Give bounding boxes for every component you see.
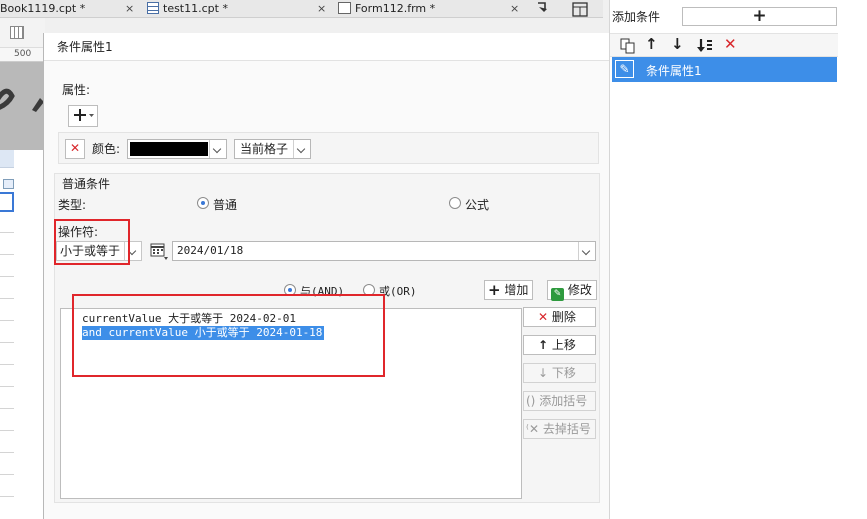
tab-label: Form112.frm * — [355, 2, 436, 15]
tab-book1119[interactable]: Book1119.cpt * × — [0, 0, 134, 18]
remove-property-button[interactable]: ✕ — [65, 139, 85, 159]
remove-bracket-label: 去掉括号 — [542, 422, 591, 436]
add-condition-button[interactable]: + — [682, 7, 837, 26]
designer-toolbar — [0, 18, 45, 48]
scope-value: 当前格子 — [240, 142, 289, 156]
remove-bracket-button[interactable]: ⁽✕ 去掉括号 — [523, 419, 596, 439]
edit-pencil-icon: ✎ — [615, 60, 634, 78]
move-bottom-icon[interactable] — [696, 37, 714, 54]
chevron-down-icon — [293, 140, 310, 158]
add-property-button[interactable] — [68, 105, 98, 127]
date-value-input[interactable]: 2024/01/18 — [172, 241, 596, 261]
remove-bracket-icon: ⁽✕ — [526, 422, 540, 436]
close-icon[interactable]: × — [510, 0, 519, 17]
add-bracket-button[interactable]: () 添加括号 — [523, 391, 596, 411]
condition-attribute-dialog: 条件属性1 属性: ✕ 颜色: 当前格子 普通条件 类型: 普通 公式 操作符:… — [43, 33, 610, 519]
color-label: 颜色: — [92, 142, 121, 156]
calendar-icon[interactable] — [149, 241, 169, 261]
condition-item-label: 条件属性1 — [646, 64, 702, 78]
tab-form112[interactable]: Form112.frm * × — [338, 0, 519, 18]
tab-list-icon[interactable] — [536, 1, 550, 15]
dialog-title: 条件属性1 — [44, 33, 610, 61]
type-formula-radio[interactable] — [449, 197, 461, 209]
move-down-label: 下移 — [551, 366, 576, 380]
arrow-up-icon[interactable]: ↑ — [645, 35, 658, 53]
tab-label: Book1119.cpt * — [0, 2, 86, 15]
type-formula-label: 公式 — [465, 198, 490, 212]
plus-icon: + — [488, 281, 501, 299]
add-condition-label: 添加条件 — [612, 10, 661, 24]
arrow-up-icon: ↑ — [538, 338, 549, 352]
copy-icon[interactable] — [620, 38, 636, 54]
delete-icon[interactable]: ✕ — [724, 35, 737, 53]
selected-cell[interactable] — [0, 192, 14, 212]
dropdown-icon[interactable] — [3, 179, 14, 189]
ruler-label: 500 — [14, 49, 32, 59]
sheet-area[interactable] — [0, 150, 45, 519]
delete-icon: ✕ — [538, 310, 549, 324]
color-picker[interactable] — [127, 139, 227, 159]
arrow-down-icon: ↓ — [538, 366, 549, 380]
annotation-box-operator — [54, 219, 130, 265]
property-label: 属性: — [62, 83, 91, 97]
close-icon[interactable]: × — [317, 0, 326, 17]
delete-label: 删除 — [551, 310, 576, 324]
condition-list-item-selected[interactable]: ✎ 条件属性1 — [612, 57, 837, 82]
color-property-row: ✕ 颜色: 当前格子 — [58, 132, 599, 164]
chevron-down-icon — [209, 140, 226, 158]
type-label: 类型: — [58, 198, 87, 212]
condition-panel: 添加条件 + ↑ ↓ ✕ ✎ 条件属性1 — [609, 0, 867, 519]
move-up-button[interactable]: ↑ 上移 — [523, 335, 596, 355]
ruler: 500 — [0, 48, 45, 62]
form-file-icon — [338, 2, 351, 14]
delete-icon: ✕ — [69, 141, 81, 155]
move-down-button[interactable]: ↓ 下移 — [523, 363, 596, 383]
add-bracket-label: 添加括号 — [539, 394, 588, 408]
date-value: 2024/01/18 — [177, 244, 244, 257]
add-condition-label: 增加 — [504, 283, 529, 297]
modify-condition-label: 修改 — [567, 283, 592, 297]
bracket-icon: () — [526, 394, 536, 408]
panel-toolbar: ↑ ↓ ✕ — [610, 33, 838, 57]
arrow-down-icon[interactable]: ↓ — [671, 35, 684, 53]
close-icon[interactable]: × — [125, 0, 134, 17]
tab-label: test11.cpt * — [163, 2, 228, 15]
scope-select[interactable]: 当前格子 — [234, 139, 311, 159]
delete-button[interactable]: ✕ 删除 — [523, 307, 596, 327]
condition-group-title: 普通条件 — [62, 177, 111, 191]
chevron-down-icon — [578, 242, 595, 260]
type-normal-radio[interactable] — [197, 197, 209, 209]
report-file-icon — [147, 2, 159, 14]
row-header — [0, 150, 14, 168]
tab-strip: Book1119.cpt * × test11.cpt * × Form112.… — [0, 0, 603, 18]
type-normal-label: 普通 — [213, 198, 238, 212]
plus-icon: + — [752, 6, 767, 26]
grid-icon[interactable] — [10, 26, 24, 39]
modify-icon: ✎ — [551, 288, 564, 301]
canvas-preview — [0, 62, 45, 150]
modify-condition-button[interactable]: ✎ 修改 — [547, 280, 597, 301]
color-swatch — [130, 142, 208, 156]
brush-icon — [0, 88, 44, 112]
layout-icon[interactable] — [572, 2, 588, 17]
move-up-label: 上移 — [551, 338, 576, 352]
tab-test11[interactable]: test11.cpt * × — [147, 0, 326, 18]
add-condition-button[interactable]: + 增加 — [484, 280, 533, 300]
annotation-box-conditions — [72, 294, 385, 377]
